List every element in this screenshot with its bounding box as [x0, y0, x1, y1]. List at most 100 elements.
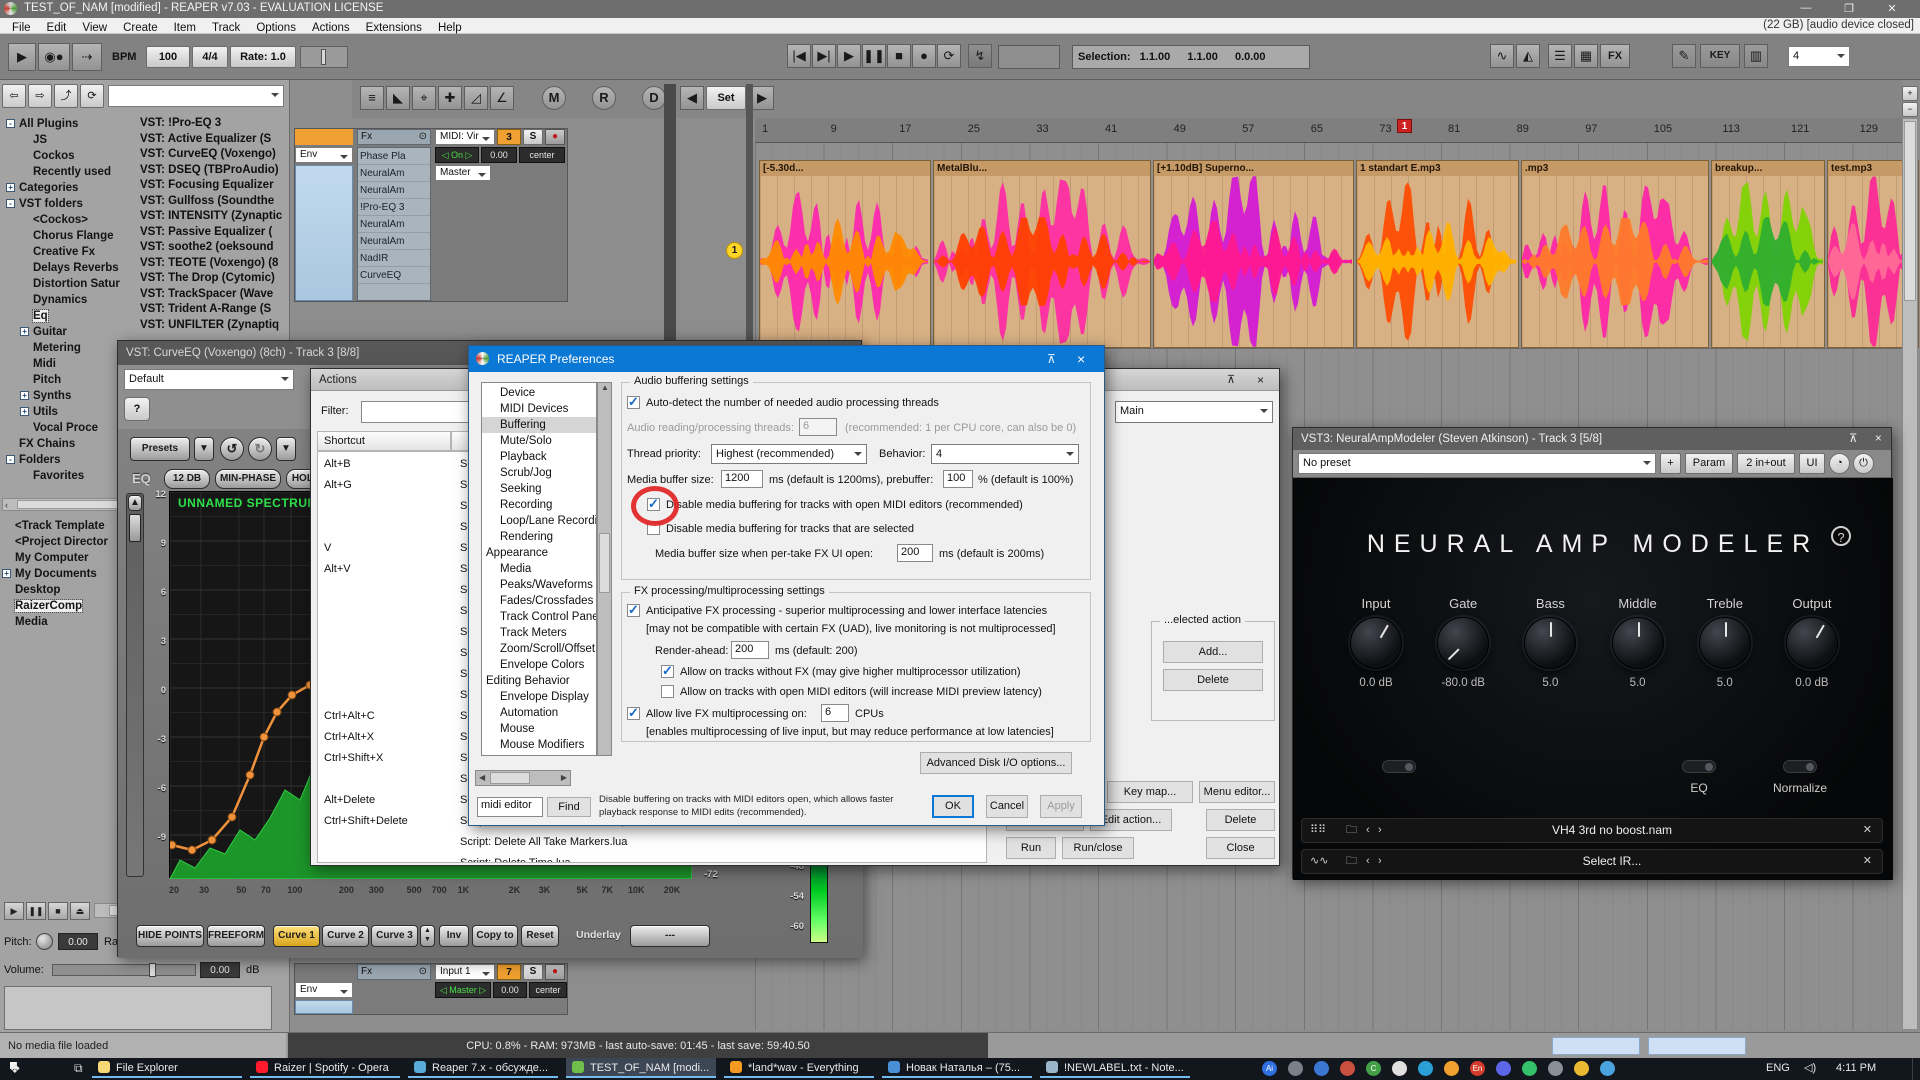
actions-pin-icon[interactable]: ⊼	[1227, 369, 1235, 391]
vst-list-item[interactable]: VST: Focusing Equalizer	[140, 178, 288, 194]
pause-button[interactable]: ❚❚	[862, 44, 886, 68]
nam-eq-toggle[interactable]	[1682, 760, 1716, 773]
redo-button[interactable]: ↻	[248, 437, 272, 461]
media-buffer-input[interactable]: 1200	[721, 470, 763, 488]
tree-item[interactable]: JS	[2, 132, 136, 148]
allow-no-fx-checkbox[interactable]	[661, 665, 674, 678]
ok-button[interactable]: OK	[932, 795, 974, 818]
bpm-value[interactable]: 100	[146, 46, 190, 68]
threads-input[interactable]: 6	[799, 418, 837, 436]
actions-close-icon[interactable]: ×	[1257, 369, 1264, 391]
reset-button[interactable]: Reset	[521, 925, 559, 947]
piano-icon[interactable]: ▥	[1744, 44, 1768, 68]
track-pan-value[interactable]: center	[519, 147, 565, 163]
curve2-tab[interactable]: Curve 2	[322, 925, 369, 947]
prebuffer-input[interactable]: 100	[943, 470, 973, 488]
pencil-icon[interactable]: ✎	[1672, 44, 1696, 68]
tray-icon[interactable]	[1314, 1061, 1329, 1076]
fade-icon[interactable]: ◿	[464, 86, 488, 110]
presets-menu-button[interactable]: ▼	[194, 437, 214, 461]
master-send-combo[interactable]: Master	[435, 165, 491, 181]
tree-item[interactable]: -All Plugins	[2, 116, 136, 132]
media-item[interactable]: breakup...	[1711, 160, 1825, 348]
task-view-icon[interactable]: ⧉	[74, 1061, 83, 1076]
tray-icon[interactable]	[1574, 1061, 1589, 1076]
tree-item[interactable]: -Folders	[2, 452, 136, 468]
fx-chain-item[interactable]: CurveEQ	[358, 267, 430, 284]
close-button[interactable]: ✕	[1881, 2, 1903, 15]
volume-slider[interactable]	[52, 964, 196, 976]
fx-chain-item[interactable]: NeuralAm	[358, 233, 430, 250]
routing-matrix-icon[interactable]: ☰	[1548, 44, 1572, 68]
tree-item[interactable]: <Cockos>	[2, 212, 136, 228]
vst-list-item[interactable]: VST: UNFILTER (Zynaptiq	[140, 318, 288, 334]
env-combo-b[interactable]: Env	[295, 982, 353, 998]
close-button-actions[interactable]: Close	[1206, 837, 1275, 859]
cpus-input[interactable]: 6	[821, 704, 849, 722]
action-row[interactable]: Script: Delete Time.lua	[318, 853, 986, 863]
volume-value[interactable]: 0.00	[200, 962, 240, 978]
mex-file-list[interactable]	[4, 986, 272, 1030]
menu-button[interactable]: ▼	[276, 437, 296, 461]
tree-item[interactable]: Creative Fx	[2, 244, 136, 260]
timeline-ruler[interactable]: 191725334149576573818997105113121129137 …	[755, 118, 1902, 143]
advanced-disk-io-button[interactable]: Advanced Disk I/O options...	[920, 752, 1072, 774]
minimize-button[interactable]: —	[1795, 2, 1817, 14]
tray-icon[interactable]	[1418, 1061, 1433, 1076]
vst-list-item[interactable]: VST: Passive Equalizer (	[140, 225, 288, 241]
up-button[interactable]: ⤴	[54, 84, 78, 108]
record-transport-button[interactable]: ●	[912, 44, 936, 68]
record-arm-button-b[interactable]: ●	[545, 964, 565, 980]
tree-item[interactable]: Pitch	[2, 372, 136, 388]
menu-editor-button[interactable]: Menu editor...	[1199, 781, 1275, 803]
stop-button[interactable]: ■	[887, 44, 911, 68]
find-button[interactable]: Find	[547, 797, 591, 817]
back-button[interactable]: ⇦	[2, 84, 26, 108]
minphase-button[interactable]: MIN-PHASE	[215, 469, 281, 489]
model-clear-icon[interactable]: ✕	[1863, 819, 1872, 842]
track-volume-value[interactable]: 0.00	[481, 147, 517, 163]
arrange-vscrollbar[interactable]	[1902, 118, 1918, 1030]
rate-value[interactable]: Rate: 1.0	[230, 46, 296, 68]
vst-list-item[interactable]: VST: The Drop (Cytomic)	[140, 271, 288, 287]
media-item[interactable]: MetalBlu...	[933, 160, 1151, 348]
tray-icon[interactable]	[1496, 1061, 1511, 1076]
nam-knob[interactable]	[1437, 617, 1489, 669]
inv-button[interactable]: Inv	[439, 925, 469, 947]
fx-chain-item[interactable]: NeuralAm	[358, 165, 430, 182]
input-combo-b[interactable]: Input 1	[435, 964, 495, 980]
midi-input-combo[interactable]: MIDI: Vir	[435, 129, 495, 145]
add-button[interactable]: Add...	[1163, 641, 1263, 663]
nam-knob[interactable]	[1524, 617, 1576, 669]
taskbar-app[interactable]: Raizer | Spotify - Opera	[250, 1058, 400, 1078]
nam-ir-bar[interactable]: ∿∿ 🗀 ‹ › Select IR... ✕	[1301, 849, 1883, 874]
vst-list-item[interactable]: VST: Trident A-Range (S	[140, 302, 288, 318]
transport-play-button[interactable]: ▶	[837, 44, 861, 68]
tree-item[interactable]: Distortion Satur	[2, 276, 136, 292]
curve3-tab[interactable]: Curve 3	[371, 925, 418, 947]
vst-list-item[interactable]: VST: Active Equalizer (S	[140, 132, 288, 148]
nam-preset-combo[interactable]: No preset	[1298, 453, 1656, 474]
fx-chain-header[interactable]: Fx⊙	[357, 129, 431, 145]
nam-knob[interactable]	[1350, 617, 1402, 669]
selection-box[interactable]: Selection: 1.1.00 1.1.00 0.0.00	[1072, 45, 1310, 69]
go-start-button[interactable]: |◀	[787, 44, 811, 68]
ir-prev-icon[interactable]: ‹	[1366, 850, 1370, 873]
tree-item[interactable]: Metering	[2, 340, 136, 356]
eq-tab[interactable]: EQ	[132, 471, 151, 486]
pitch-knob[interactable]	[36, 933, 53, 950]
selection-length[interactable]: 0.0.00	[1235, 51, 1266, 63]
vst-list-item[interactable]: VST: DSEQ (TBProAudio)	[140, 163, 288, 179]
start-icon[interactable]: ❖	[9, 1061, 21, 1077]
master-toggle-b[interactable]: ◁ Master ▷	[435, 982, 491, 998]
delete-button-2[interactable]: Delete	[1206, 809, 1275, 831]
vst-list-item[interactable]: VST: TrackSpacer (Wave	[140, 287, 288, 303]
action-row[interactable]: Script: Delete All Take Markers.lua	[318, 832, 986, 853]
solo-button-b[interactable]: S	[523, 964, 543, 980]
thread-priority-combo[interactable]: Highest (recommended)	[711, 444, 867, 464]
monitor-toggle[interactable]: ◁ On ▷	[435, 147, 479, 163]
solo-button[interactable]: S	[523, 129, 543, 145]
tree-item[interactable]: Dynamics	[2, 292, 136, 308]
timeline-marker[interactable]: 1	[1397, 119, 1412, 133]
nam-io-button[interactable]: 2 in+out	[1737, 453, 1795, 474]
